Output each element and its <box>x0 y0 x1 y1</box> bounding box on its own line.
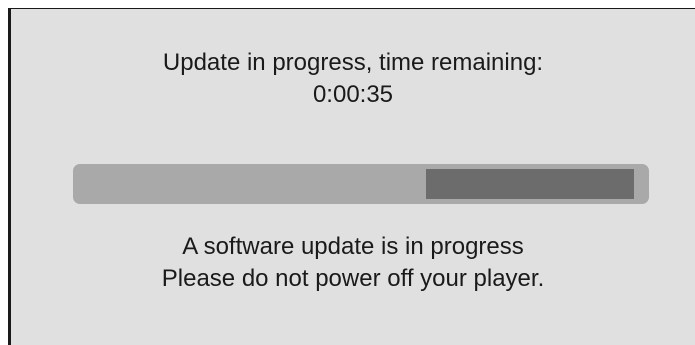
time-remaining-value: 0:00:35 <box>312 81 394 108</box>
update-heading: Update in progress, time remaining: 0:00… <box>11 47 695 111</box>
update-dialog: Update in progress, time remaining: 0:00… <box>8 8 695 345</box>
update-warning-line-1: A software update is in progress <box>182 233 524 260</box>
update-progress-bar <box>73 164 649 204</box>
update-status-text: Update in progress, time remaining: <box>162 49 544 76</box>
update-warning-message: A software update is in progress Please … <box>11 231 695 295</box>
update-warning-line-2: Please do not power off your player. <box>161 265 545 292</box>
progress-remaining-segment <box>426 169 634 199</box>
